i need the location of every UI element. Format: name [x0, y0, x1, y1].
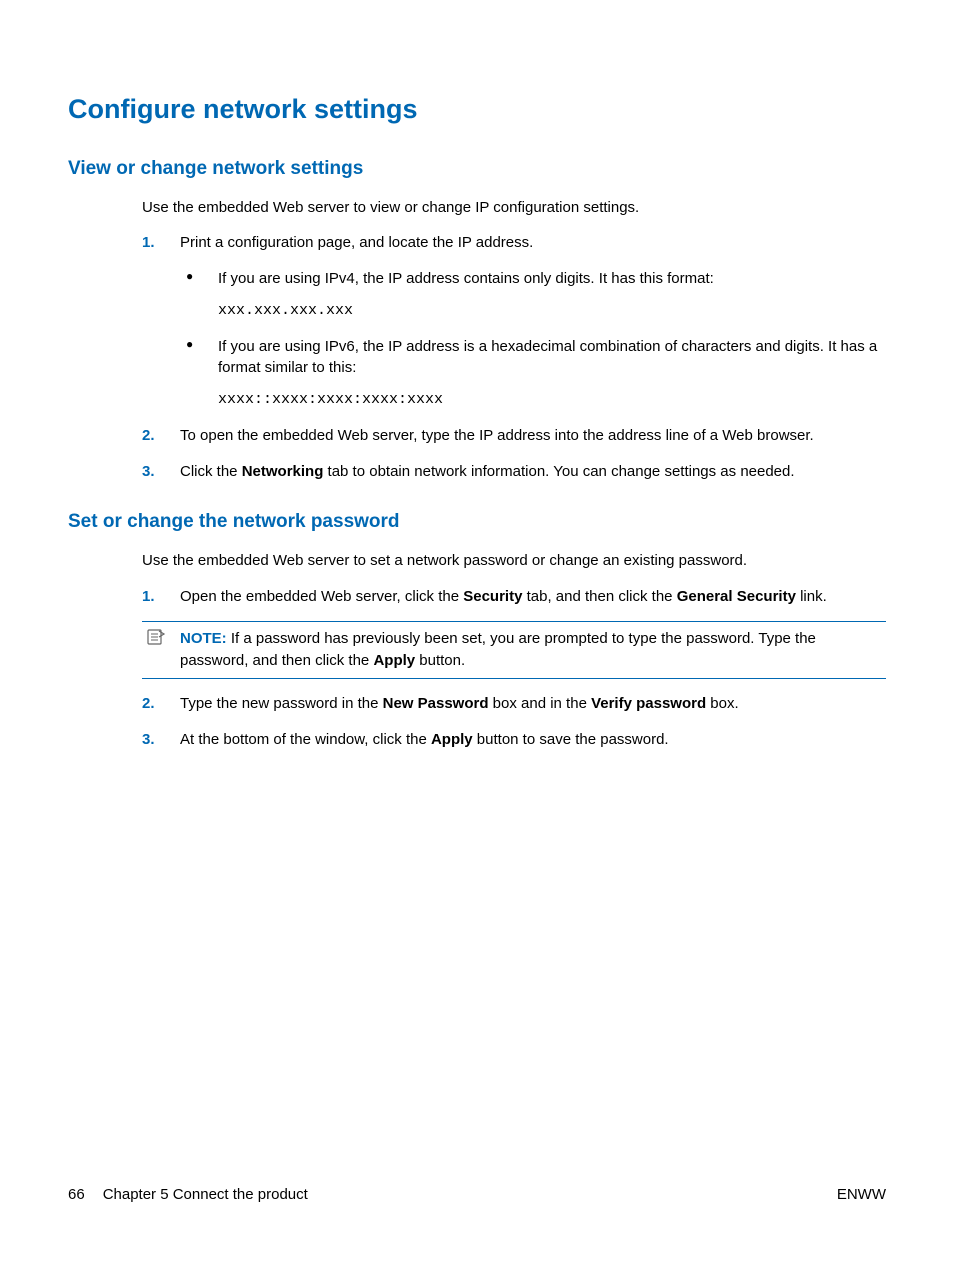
step-3: 3. Click the Networking tab to obtain ne…	[142, 461, 886, 483]
language-code: ENWW	[837, 1184, 886, 1206]
step-number: 3.	[142, 729, 155, 751]
ipv6-bullet: If you are using IPv6, the IP address is…	[180, 336, 886, 411]
step-text: Click the Networking tab to obtain netwo…	[180, 463, 795, 480]
chapter-label: Chapter 5 Connect the product	[103, 1184, 308, 1206]
step-number: 1.	[142, 232, 155, 254]
step-text: Print a configuration page, and locate t…	[180, 234, 533, 251]
bullet-text: If you are using IPv6, the IP address is…	[218, 338, 877, 377]
page-number: 66	[68, 1184, 85, 1206]
step-2: 2. To open the embedded Web server, type…	[142, 425, 886, 447]
section-heading-password: Set or change the network password	[68, 508, 886, 536]
bullet-text: If you are using IPv4, the IP address co…	[218, 270, 714, 287]
step-number: 2.	[142, 693, 155, 715]
section-heading-view-change: View or change network settings	[68, 155, 886, 183]
note-icon	[146, 628, 166, 646]
note-block: NOTE: If a password has previously been …	[142, 621, 886, 679]
section2-intro: Use the embedded Web server to set a net…	[142, 550, 886, 572]
ip-format-list: If you are using IPv4, the IP address co…	[180, 268, 886, 411]
section1-intro: Use the embedded Web server to view or c…	[142, 197, 886, 219]
ipv6-format: xxxx::xxxx:xxxx:xxxx:xxxx	[218, 389, 886, 411]
section2-steps: 1. Open the embedded Web server, click t…	[142, 586, 886, 608]
page-title: Configure network settings	[68, 90, 886, 129]
step-number: 2.	[142, 425, 155, 447]
step-number: 1.	[142, 586, 155, 608]
step-number: 3.	[142, 461, 155, 483]
ipv4-bullet: If you are using IPv4, the IP address co…	[180, 268, 886, 322]
step-text: Type the new password in the New Passwor…	[180, 695, 739, 712]
ipv4-format: xxx.xxx.xxx.xxx	[218, 300, 886, 322]
section1-steps: 1. Print a configuration page, and locat…	[142, 232, 886, 482]
step-1: 1. Open the embedded Web server, click t…	[142, 586, 886, 608]
note-content: NOTE: If a password has previously been …	[180, 630, 816, 669]
step-text: To open the embedded Web server, type th…	[180, 427, 814, 444]
step-1: 1. Print a configuration page, and locat…	[142, 232, 886, 411]
step-text: At the bottom of the window, click the A…	[180, 731, 669, 748]
step-text: Open the embedded Web server, click the …	[180, 588, 827, 605]
section2-steps-cont: 2. Type the new password in the New Pass…	[142, 693, 886, 751]
page-footer: 66 Chapter 5 Connect the product ENWW	[68, 1184, 886, 1206]
step-3: 3. At the bottom of the window, click th…	[142, 729, 886, 751]
step-2: 2. Type the new password in the New Pass…	[142, 693, 886, 715]
